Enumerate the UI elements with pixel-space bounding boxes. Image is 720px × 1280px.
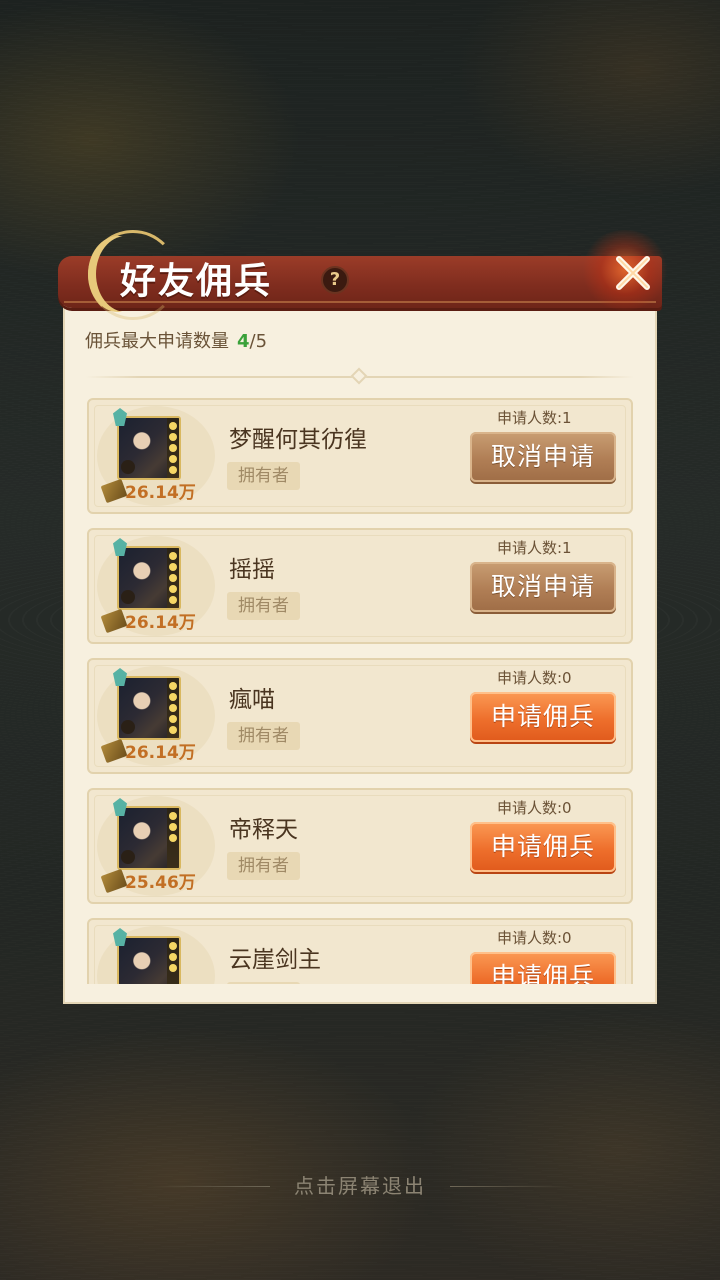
star-rating-icon [169,422,178,477]
mercenary-list[interactable]: 26.14万 梦醒何其彷徨 拥有者 申请人数:1 取消申请 26.14万 摇摇 … [63,398,657,984]
capacity-current: 4 [237,331,250,352]
mercenary-card: 云崖剑主 拥有者 申请人数:0 申请佣兵 [87,918,633,984]
mercenary-card: 26.14万 瘋喵 拥有者 申请人数:0 申请佣兵 [87,658,633,774]
level-badge-icon [121,460,135,474]
cancel-application-button[interactable]: 取消申请 [470,562,616,612]
capacity-label: 佣兵最大申请数量 [85,331,229,352]
combat-power: 26.14万 [125,743,196,763]
star-rating-icon [169,942,178,975]
hero-avatar[interactable] [117,416,181,480]
role-badge: 拥有者 [227,852,300,880]
role-badge: 拥有者 [227,982,300,984]
mercenary-card: 26.14万 梦醒何其彷徨 拥有者 申请人数:1 取消申请 [87,398,633,514]
star-rating-icon [169,812,178,845]
hero-avatar[interactable] [117,806,181,870]
hero-avatar[interactable] [117,936,181,984]
applicant-count: 申请人数:1 [497,409,572,427]
hero-avatar[interactable] [117,676,181,740]
capacity-row: 佣兵最大申请数量 4/5 [85,330,267,354]
role-badge: 拥有者 [227,592,300,620]
star-rating-icon [169,682,178,737]
player-name: 帝释天 [229,817,298,843]
star-rating-icon [169,552,178,607]
applicant-count: 申请人数:0 [497,929,572,947]
mercenary-card: 26.14万 摇摇 拥有者 申请人数:1 取消申请 [87,528,633,644]
applicant-count: 申请人数:1 [497,539,572,557]
dialog-title: 好友佣兵 [120,260,273,302]
hero-avatar[interactable] [117,546,181,610]
apply-mercenary-button[interactable]: 申请佣兵 [470,822,616,872]
apply-mercenary-button[interactable]: 申请佣兵 [470,952,616,984]
mercenary-card: 25.46万 帝释天 拥有者 申请人数:0 申请佣兵 [87,788,633,904]
level-badge-icon [121,590,135,604]
applicant-count: 申请人数:0 [497,799,572,817]
capacity-total: /5 [249,331,268,352]
player-name: 瘋喵 [229,687,275,713]
player-name: 梦醒何其彷徨 [229,427,367,453]
tap-to-exit-hint[interactable]: 点击屏幕退出 [0,1172,720,1200]
level-badge-icon [121,720,135,734]
player-name: 摇摇 [229,557,275,583]
role-badge: 拥有者 [227,722,300,750]
apply-mercenary-button[interactable]: 申请佣兵 [470,692,616,742]
combat-power: 26.14万 [125,483,196,503]
applicant-count: 申请人数:0 [497,669,572,687]
level-badge-icon [121,850,135,864]
cancel-application-button[interactable]: 取消申请 [470,432,616,482]
help-button[interactable]: ? [321,266,349,294]
role-badge: 拥有者 [227,462,300,490]
close-button[interactable] [600,244,666,302]
combat-power: 25.46万 [125,873,196,893]
close-icon [616,256,650,290]
player-name: 云崖剑主 [229,947,321,973]
combat-power: 26.14万 [125,613,196,633]
